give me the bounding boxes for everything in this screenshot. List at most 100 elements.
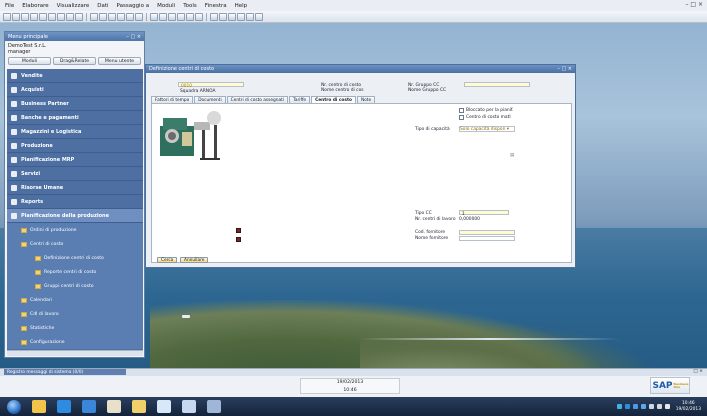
window-controls[interactable]: – □ × <box>557 66 572 72</box>
network-icon[interactable] <box>656 404 662 409</box>
tray-icon[interactable] <box>624 404 630 409</box>
menu-finestra[interactable]: Finestra <box>204 3 228 9</box>
new-icon[interactable] <box>3 12 11 21</box>
window-controls[interactable]: – □ × <box>685 1 703 8</box>
menu-file[interactable]: File <box>4 3 15 9</box>
sort-icon[interactable] <box>159 12 167 21</box>
link-arrow-icon[interactable] <box>236 237 241 242</box>
add-icon[interactable] <box>99 12 107 21</box>
horizontal-scrollbar[interactable] <box>7 350 143 356</box>
module-vendite[interactable]: Vendite <box>7 69 143 83</box>
start-button-icon[interactable] <box>7 399 21 414</box>
tab-centro-costo[interactable]: Centro di costo <box>311 96 356 103</box>
module-mrp[interactable]: Pianificazione MRP <box>7 153 143 167</box>
submenu-gruppi-centri-costo[interactable]: Gruppi centri di costo <box>7 279 143 293</box>
system-message-log[interactable]: Registro messaggi di sistema (0/0) <box>4 369 126 375</box>
main-menu-window-controls[interactable]: – □ × <box>126 34 141 40</box>
module-servizi[interactable]: Servizi <box>7 167 143 181</box>
module-pianificazione-produzione[interactable]: Pianificazione della produzione <box>7 209 143 223</box>
menu-elaborare[interactable]: Elaborare <box>21 3 49 9</box>
link-arrow-icon[interactable] <box>236 228 241 233</box>
last-record-icon[interactable] <box>135 12 143 21</box>
main-menu-titlebar[interactable]: Menu principale – □ × <box>5 32 144 41</box>
module-acquisti[interactable]: Acquisti <box>7 83 143 97</box>
nr-gruppo-cc-field[interactable] <box>464 82 530 87</box>
tab-drag-relate[interactable]: Drag&Relate <box>53 57 96 65</box>
skype-icon[interactable] <box>57 400 71 413</box>
document-icon[interactable] <box>157 400 171 413</box>
layout-icon[interactable] <box>195 12 203 21</box>
calendar-icon[interactable] <box>210 12 218 21</box>
window-app-icon[interactable] <box>207 400 221 413</box>
nome-fornitore-field[interactable] <box>459 236 515 241</box>
prev-record-icon[interactable] <box>117 12 125 21</box>
excel-icon[interactable] <box>57 12 65 21</box>
open-icon[interactable] <box>12 12 20 21</box>
tab-moduli[interactable]: Moduli <box>8 57 51 65</box>
submenu-statistiche[interactable]: Statistiche <box>7 321 143 335</box>
cerca-button[interactable]: Cerca <box>157 257 178 263</box>
submenu-cdl-lavoro[interactable]: Cdl di lavoro <box>7 307 143 321</box>
module-risorse-umane[interactable]: Risorse Umane <box>7 181 143 195</box>
menu-visualizzare[interactable]: Visualizzare <box>56 3 91 9</box>
first-record-icon[interactable] <box>108 12 116 21</box>
module-produzione[interactable]: Produzione <box>7 139 143 153</box>
submenu-centri-costo[interactable]: Centri di costo <box>7 237 143 251</box>
about-icon[interactable] <box>255 12 263 21</box>
settings-icon[interactable] <box>177 12 185 21</box>
submenu-reporte-centri-costo[interactable]: Reporte centri di costo <box>7 265 143 279</box>
alert-icon[interactable] <box>228 12 236 21</box>
submenu-definizione-centri-costo[interactable]: Definizione centri di costo <box>7 251 143 265</box>
tray-icon[interactable] <box>616 404 622 409</box>
menu-dati[interactable]: Dati <box>96 3 109 9</box>
internet-explorer-icon[interactable] <box>82 400 96 413</box>
tipo-cc-select[interactable]: 1 <box>459 210 509 217</box>
preview-icon[interactable] <box>39 12 47 21</box>
window-titlebar[interactable]: Definizione centri di costo – □ × <box>146 65 575 73</box>
bloccato-checkbox[interactable] <box>459 108 464 113</box>
cod-fornitore-field[interactable] <box>459 230 515 235</box>
find-icon[interactable] <box>90 12 98 21</box>
menu-moduli[interactable]: Moduli <box>156 3 176 9</box>
cost-center-code-field[interactable]: 0010 <box>178 82 244 89</box>
annullare-button[interactable]: Annullare <box>180 257 209 263</box>
tray-icon[interactable] <box>632 404 638 409</box>
menu-tools[interactable]: Tools <box>182 3 198 9</box>
tipo-capacita-select[interactable]: Solo capacità dispon ▾ <box>459 126 515 132</box>
save-icon[interactable] <box>21 12 29 21</box>
help-icon[interactable] <box>246 12 254 21</box>
lock-icon[interactable] <box>186 12 194 21</box>
print-icon[interactable] <box>30 12 38 21</box>
menu-passaggio[interactable]: Passaggio a <box>116 3 151 9</box>
messages-icon[interactable] <box>237 12 245 21</box>
submenu-calendari[interactable]: Calendari <box>7 293 143 307</box>
tray-icon[interactable] <box>640 404 646 409</box>
module-business-partner[interactable]: Business Partner <box>7 97 143 111</box>
centro-costo-matl-checkbox[interactable] <box>459 115 464 120</box>
filter-icon[interactable] <box>150 12 158 21</box>
module-banche[interactable]: Banche e pagamenti <box>7 111 143 125</box>
word-icon[interactable] <box>66 12 74 21</box>
tray-icon[interactable] <box>648 404 654 409</box>
refresh-icon[interactable] <box>168 12 176 21</box>
sap-app-icon[interactable] <box>182 400 196 413</box>
tab-tariffe[interactable]: Tariffe <box>288 96 311 103</box>
tab-note[interactable]: Note <box>356 96 376 103</box>
folder-icon[interactable] <box>132 400 146 413</box>
message-bar-controls[interactable]: □ × <box>693 369 703 374</box>
pdf-icon[interactable] <box>75 12 83 21</box>
tab-fattori-tempo[interactable]: Fattori di tempo <box>151 96 194 103</box>
submenu-configurazione[interactable]: Configurazione <box>7 335 143 349</box>
module-magazzini[interactable]: Magazzini e Logistica <box>7 125 143 139</box>
paint-icon[interactable] <box>107 400 121 413</box>
calculator-icon[interactable] <box>219 12 227 21</box>
tab-documenti[interactable]: Documenti <box>194 96 226 103</box>
tab-centri-costo-assegnati[interactable]: Centri di costo assegnati <box>226 96 288 103</box>
tab-menu-utente[interactable]: Menu utente <box>98 57 141 65</box>
volume-icon[interactable] <box>664 404 670 409</box>
submenu-ordini-produzione[interactable]: Ordini di produzione <box>7 223 143 237</box>
taskbar-clock[interactable]: 10:46 19/02/2013 <box>676 401 701 413</box>
menu-help[interactable]: Help <box>234 3 249 9</box>
next-record-icon[interactable] <box>126 12 134 21</box>
explorer-icon[interactable] <box>32 400 46 413</box>
